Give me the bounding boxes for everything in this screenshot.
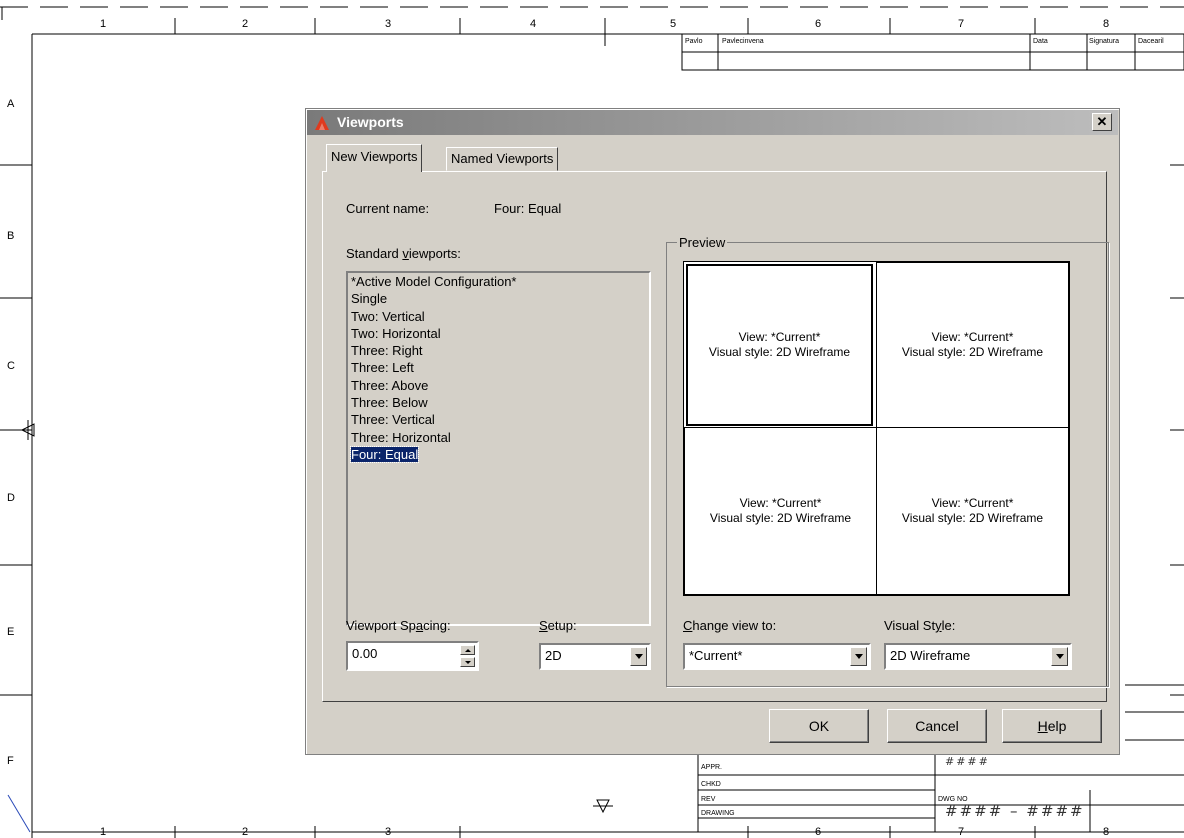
column-label: 8 [1103,18,1110,30]
visual-style-value: 2D Wireframe [890,648,971,663]
column-label: 2 [242,826,249,838]
list-item[interactable]: Three: Vertical [348,411,649,428]
column-label: 8 [1103,826,1110,838]
preview-label: Preview [677,235,728,250]
column-label: 4 [530,18,537,30]
viewports-dialog: Viewports ✕ New Viewports Named Viewport… [305,108,1120,755]
help-button[interactable]: Help [1002,709,1102,743]
viewport-spacing-label: Viewport Spacing: [346,618,451,633]
row-label: F [7,755,14,767]
list-item[interactable]: Three: Below [348,394,649,411]
close-button[interactable]: ✕ [1092,113,1112,131]
viewport-spacing-value: 0.00 [352,646,378,661]
visual-style-dropdown[interactable]: 2D Wireframe [884,643,1072,670]
column-label: 6 [815,18,822,30]
viewport-spacing-spinner[interactable] [460,645,475,667]
chevron-down-icon[interactable] [630,647,647,666]
list-item[interactable]: Three: Left [348,359,649,376]
column-label: 6 [815,826,822,838]
list-item[interactable]: Two: Horizontal [348,325,649,342]
title-block-header: Pavlo [685,38,703,45]
spin-down-icon[interactable] [460,657,475,667]
change-view-dropdown[interactable]: *Current* [683,643,871,670]
change-view-label: Change view to: [683,618,777,633]
pane-style-text: Visual style: 2D Wireframe [901,345,1044,359]
chevron-down-icon[interactable] [1051,647,1068,666]
cancel-button[interactable]: Cancel [887,709,987,743]
title-block-field: DRAWING [701,810,735,817]
title-block-header: Dacearil [1138,38,1164,45]
drawing-number: #### – #### [945,802,1085,820]
pane-view-text: View: *Current* [931,496,1014,510]
column-label: 1 [100,826,107,838]
row-label: E [7,626,15,638]
row-label: D [7,492,15,504]
preview-area: View: *Current* Visual style: 2D Wirefra… [683,261,1070,596]
spin-up-icon[interactable] [460,645,475,655]
preview-pane[interactable]: View: *Current* Visual style: 2D Wirefra… [876,262,1069,428]
column-label: 5 [670,18,677,30]
title-block-field: CHKD [701,781,721,788]
list-item[interactable]: Three: Right [348,342,649,359]
title-block-field: REV [701,796,716,803]
list-item-selected[interactable]: Four: Equal [348,445,649,463]
standard-viewports-label: Standard viewports: [346,246,461,261]
cancel-label: Cancel [915,718,959,734]
column-label: 3 [385,826,392,838]
pane-view-text: View: *Current* [931,330,1014,344]
current-name-label: Current name: [346,201,430,216]
list-item[interactable]: Three: Above [348,377,649,394]
standard-viewports-list[interactable]: *Active Model Configuration* Single Two:… [346,271,651,626]
title-block-header: Data [1033,38,1048,45]
ok-button[interactable]: OK [769,709,869,743]
visual-style-label: Visual Style: [884,618,956,633]
tab-named-viewports[interactable]: Named Viewports [446,147,559,171]
list-item[interactable]: Two: Vertical [348,308,649,325]
list-item[interactable]: Three: Horizontal [348,429,649,446]
pane-view-text: View: *Current* [738,330,821,344]
title-block-header: Signatura [1089,38,1119,45]
column-label: 1 [100,18,107,30]
help-label: Help [1037,718,1067,734]
row-label: C [7,360,15,372]
pane-style-text: Visual style: 2D Wireframe [709,511,852,525]
preview-pane[interactable]: View: *Current* Visual style: 2D Wirefra… [876,427,1069,595]
column-label: 2 [242,18,249,30]
pane-view-text: View: *Current* [739,496,822,510]
column-label: 7 [958,826,965,838]
row-label: B [7,230,15,242]
chevron-down-icon[interactable] [850,647,867,666]
title-block-header: Pavlecinvena [722,38,764,45]
preview-pane[interactable]: View: *Current* Visual style: 2D Wirefra… [686,264,873,426]
column-label: 3 [385,18,392,30]
list-item[interactable]: *Active Model Configuration* [348,273,649,290]
dialog-title: Viewports [337,114,404,130]
row-label: A [7,98,15,110]
viewport-spacing-input[interactable]: 0.00 [346,641,479,671]
tab-new-viewports[interactable]: New Viewports [326,144,423,172]
title-block-field: APPR. [701,764,723,771]
pane-style-text: Visual style: 2D Wireframe [901,511,1044,525]
pane-style-text: Visual style: 2D Wireframe [708,345,851,359]
drawing-code: #### [945,755,990,768]
setup-value: 2D [545,648,562,663]
autocad-icon [315,116,329,130]
setup-dropdown[interactable]: 2D [539,643,651,670]
dialog-titlebar[interactable]: Viewports ✕ [307,110,1118,135]
close-icon: ✕ [1096,114,1108,129]
change-view-value: *Current* [689,648,743,663]
column-label: 7 [958,18,965,30]
preview-pane[interactable]: View: *Current* Visual style: 2D Wirefra… [684,427,877,595]
setup-label: Setup: [539,618,577,633]
list-item[interactable]: Single [348,290,649,307]
current-name-value: Four: Equal [494,201,562,216]
ok-label: OK [808,718,830,734]
